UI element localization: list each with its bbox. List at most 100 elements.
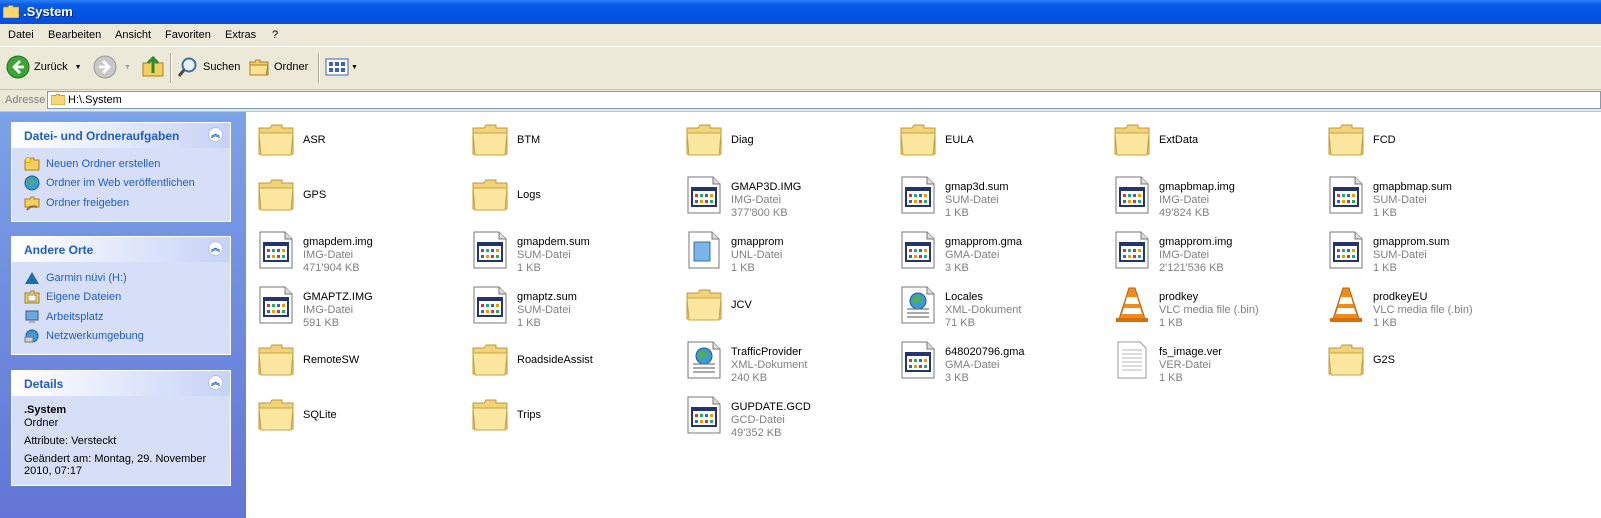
task-pane: Datei- und Ordneraufgaben ︽ Neuen Ordner…: [0, 112, 246, 518]
garmin-drive-icon: [25, 271, 39, 284]
address-input[interactable]: H:\.System: [47, 91, 1601, 109]
file-item[interactable]: GUPDATE.GCD GCD-Datei 49'352 KB: [676, 389, 886, 439]
back-dropdown-icon[interactable]: ▼: [75, 64, 82, 71]
file-item[interactable]: gmapbmap.img IMG-Datei 49'824 KB: [1104, 169, 1314, 219]
place-my-documents[interactable]: Eigene Dateien: [24, 288, 218, 308]
folder-item[interactable]: Logs: [462, 169, 672, 219]
file-type: SUM-Datei: [517, 249, 571, 261]
views-dropdown-icon[interactable]: ▼: [351, 64, 358, 71]
collapse-chevron-icon[interactable]: ︽: [208, 241, 223, 256]
file-item[interactable]: GMAP3D.IMG IMG-Datei 377'800 KB: [676, 169, 886, 219]
forward-button[interactable]: ▼: [93, 52, 131, 82]
file-item[interactable]: gmapprom.sum SUM-Datei 1 KB: [1318, 224, 1528, 274]
task-share-folder[interactable]: Ordner freigeben: [24, 193, 218, 213]
folder-item[interactable]: SQLite: [248, 389, 458, 439]
folder-item[interactable]: GPS: [248, 169, 458, 219]
file-name: 648020796.gma: [945, 346, 1025, 358]
file-item[interactable]: gmapprom.gma GMA-Datei 3 KB: [890, 224, 1100, 274]
file-item[interactable]: fs_image.ver VER-Datei 1 KB: [1104, 334, 1314, 384]
menu-favoriten[interactable]: Favoriten: [165, 29, 211, 41]
other-places-title: Andere Orte: [24, 243, 94, 257]
other-places-panel: Andere Orte ︽ Garmin nüvi (H:) Eigene Da…: [11, 236, 231, 355]
folder-item[interactable]: ASR: [248, 114, 458, 164]
place-label: Garmin nüvi (H:): [46, 271, 127, 284]
task-publish-web[interactable]: Ordner im Web veröffentlichen: [24, 174, 218, 194]
file-item[interactable]: gmapbmap.sum SUM-Datei 1 KB: [1318, 169, 1528, 219]
file-size: 1 KB: [1159, 317, 1183, 329]
search-button[interactable]: Suchen: [177, 52, 240, 82]
views-icon: [325, 58, 349, 76]
collapse-chevron-icon[interactable]: ︽: [208, 127, 223, 142]
text-file-icon: [1112, 340, 1152, 380]
folder-icon: [1112, 120, 1152, 160]
address-label: Adresse: [5, 94, 46, 106]
my-computer-icon: [25, 310, 39, 323]
file-name: GMAPTZ.IMG: [303, 291, 373, 303]
file-item[interactable]: gmapdem.sum SUM-Datei 1 KB: [462, 224, 672, 274]
collapse-chevron-icon[interactable]: ︽: [208, 375, 223, 390]
file-name: prodkeyEU: [1373, 291, 1428, 303]
file-item[interactable]: prodkey VLC media file (.bin) 1 KB: [1104, 279, 1314, 329]
up-folder-button[interactable]: [141, 52, 165, 82]
file-name: gmaptz.sum: [517, 291, 577, 303]
folders-button[interactable]: Ordner: [248, 52, 308, 82]
toolbar-separator: [170, 53, 172, 83]
folder-item[interactable]: EULA: [890, 114, 1100, 164]
folder-icon: [3, 5, 19, 18]
search-icon: [177, 57, 197, 77]
file-tasks-header[interactable]: Datei- und Ordneraufgaben ︽: [12, 123, 230, 148]
details-name: .System: [24, 404, 67, 416]
forward-dropdown-icon[interactable]: ▼: [124, 64, 131, 71]
folder-item[interactable]: RoadsideAssist: [462, 334, 672, 384]
file-name: BTM: [517, 134, 541, 146]
menu-extras[interactable]: Extras: [225, 29, 256, 41]
folder-item[interactable]: Diag: [676, 114, 886, 164]
folder-icon: [256, 120, 296, 160]
folder-item[interactable]: Trips: [462, 389, 672, 439]
folder-item[interactable]: BTM: [462, 114, 672, 164]
task-new-folder[interactable]: Neuen Ordner erstellen: [24, 154, 218, 174]
file-item[interactable]: prodkeyEU VLC media file (.bin) 1 KB: [1318, 279, 1528, 329]
file-item[interactable]: gmapprom.img IMG-Datei 2'121'536 KB: [1104, 224, 1314, 274]
folder-item[interactable]: RemoteSW: [248, 334, 458, 384]
file-item[interactable]: 648020796.gma GMA-Datei 3 KB: [890, 334, 1100, 384]
other-places-header[interactable]: Andere Orte ︽: [12, 237, 230, 262]
folder-item[interactable]: ExtData: [1104, 114, 1314, 164]
views-button[interactable]: ▼: [325, 52, 358, 82]
place-label: Arbeitsplatz: [46, 310, 104, 323]
application-file-icon: [1326, 230, 1366, 270]
file-type: IMG-Datei: [1159, 249, 1210, 261]
folder-item[interactable]: G2S: [1318, 334, 1528, 384]
folder-icon: [898, 120, 938, 160]
file-size: 240 KB: [731, 372, 768, 384]
place-my-computer[interactable]: Arbeitsplatz: [24, 307, 218, 327]
file-item[interactable]: TrafficProvider XML-Dokument 240 KB: [676, 334, 886, 384]
file-size: 1 KB: [1373, 262, 1397, 274]
file-name: GUPDATE.GCD: [731, 401, 811, 413]
details-header[interactable]: Details ︽: [12, 371, 230, 396]
search-label: Suchen: [203, 61, 241, 73]
file-item[interactable]: gmapprom UNL-Datei 1 KB: [676, 224, 886, 274]
file-name: ExtData: [1159, 134, 1199, 146]
file-item[interactable]: gmap3d.sum SUM-Datei 1 KB: [890, 169, 1100, 219]
menu-help[interactable]: ?: [272, 29, 278, 41]
folder-icon: [684, 120, 724, 160]
task-label: Neuen Ordner erstellen: [46, 157, 161, 170]
file-item[interactable]: Locales XML-Dokument 71 KB: [890, 279, 1100, 329]
back-button[interactable]: Zurück ▼: [6, 52, 82, 82]
file-type: SUM-Datei: [1373, 194, 1427, 206]
folder-item[interactable]: FCD: [1318, 114, 1528, 164]
place-network[interactable]: Netzwerkumgebung: [24, 327, 218, 347]
menu-ansicht[interactable]: Ansicht: [115, 29, 151, 41]
file-item[interactable]: GMAPTZ.IMG IMG-Datei 591 KB: [248, 279, 458, 329]
menu-bearbeiten[interactable]: Bearbeiten: [48, 29, 101, 41]
file-item[interactable]: gmaptz.sum SUM-Datei 1 KB: [462, 279, 672, 329]
application-file-icon: [1112, 175, 1152, 215]
folders-label: Ordner: [274, 61, 309, 73]
folder-item[interactable]: JCV: [676, 279, 886, 329]
file-type: UNL-Datei: [731, 249, 783, 261]
place-garmin[interactable]: Garmin nüvi (H:): [24, 268, 218, 288]
folder-icon: [470, 395, 510, 435]
file-item[interactable]: gmapdem.img IMG-Datei 471'904 KB: [248, 224, 458, 274]
menu-datei[interactable]: Datei: [8, 29, 34, 41]
